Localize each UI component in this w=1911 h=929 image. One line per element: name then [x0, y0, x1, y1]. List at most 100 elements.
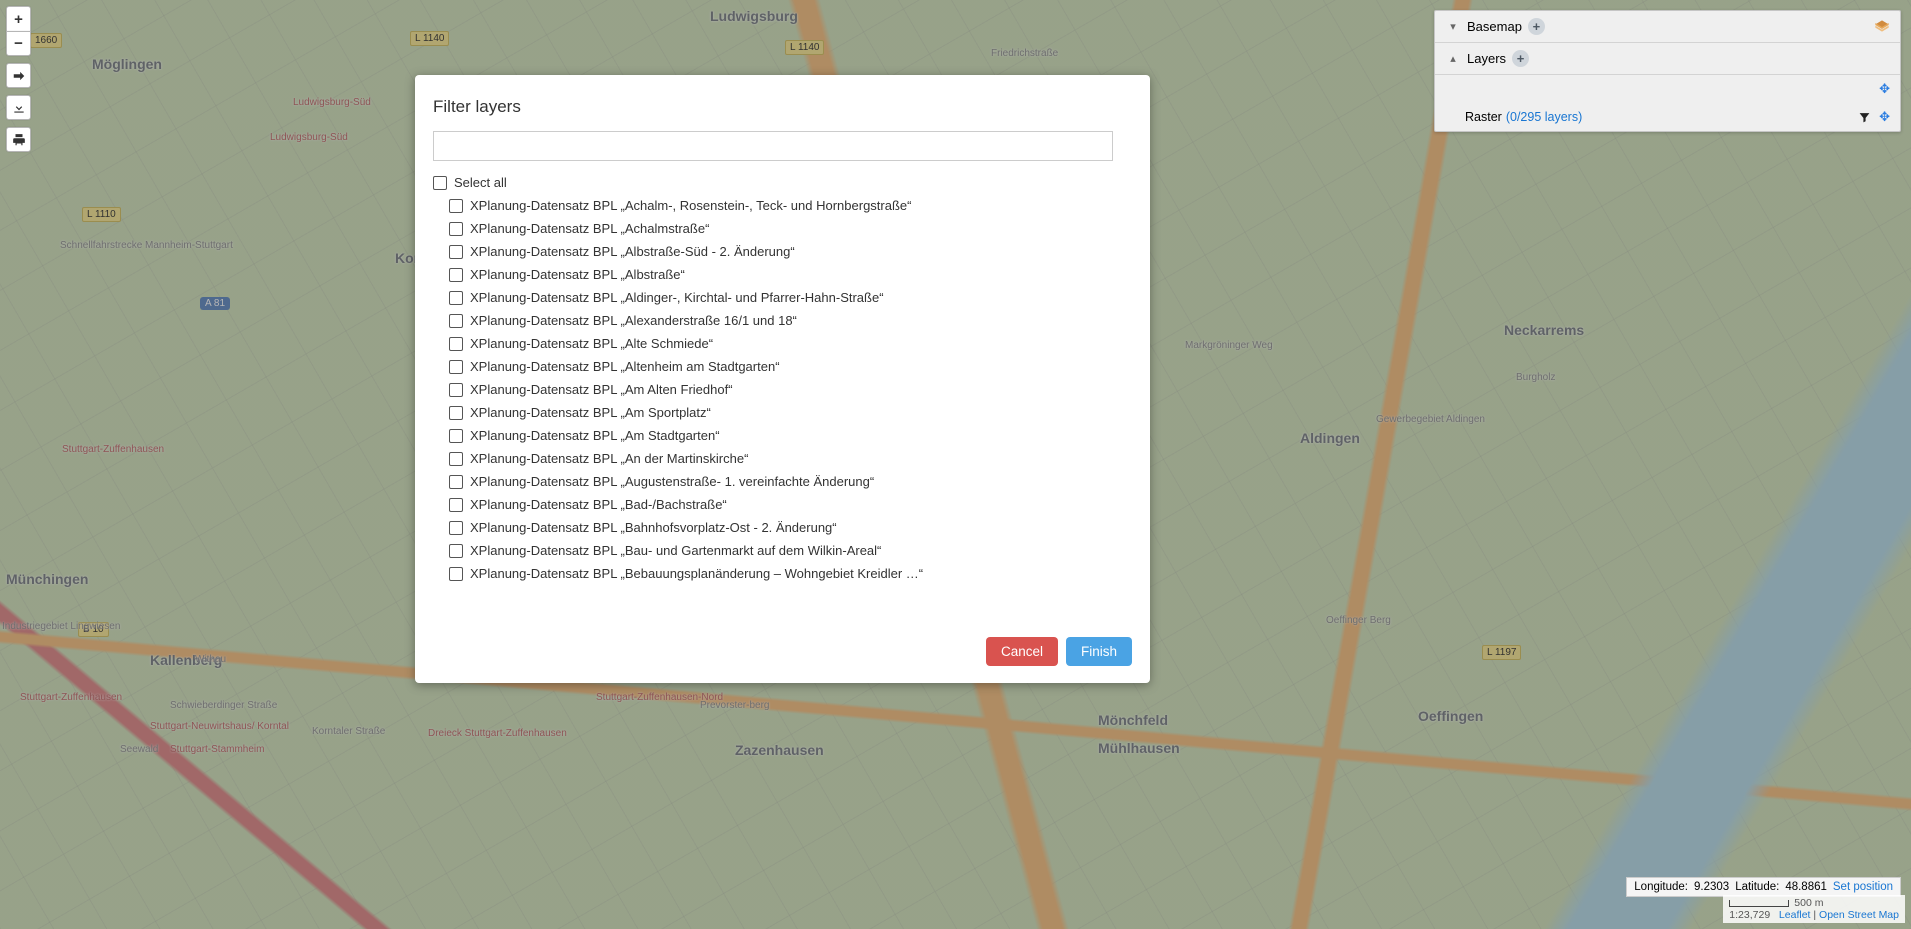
- layer-label: XPlanung-Datensatz BPL „Am Alten Friedho…: [470, 382, 733, 397]
- layers-subheader: ✥: [1435, 75, 1900, 103]
- checkbox[interactable]: [449, 544, 463, 558]
- layer-row[interactable]: XPlanung-Datensatz BPL „Albstraße-Süd - …: [433, 240, 1140, 263]
- checkbox[interactable]: [449, 222, 463, 236]
- layer-row[interactable]: XPlanung-Datensatz BPL „Alte Schmiede“: [433, 332, 1140, 355]
- layer-row[interactable]: XPlanung-Datensatz BPL „Albstraße“: [433, 263, 1140, 286]
- select-all-label: Select all: [454, 175, 507, 190]
- layer-label: XPlanung-Datensatz BPL „Alte Schmiede“: [470, 336, 713, 351]
- layer-label: XPlanung-Datensatz BPL „Augustenstraße- …: [470, 474, 874, 489]
- download-icon: [12, 101, 26, 115]
- layer-label: XPlanung-Datensatz BPL „Bau- und Gartenm…: [470, 543, 881, 558]
- checkbox[interactable]: [449, 567, 463, 581]
- checkbox[interactable]: [449, 291, 463, 305]
- layer-label: XPlanung-Datensatz BPL „Alexanderstraße …: [470, 313, 797, 328]
- latitude-label: Latitude:: [1735, 881, 1779, 893]
- layer-row[interactable]: XPlanung-Datensatz BPL „Achalm-, Rosenst…: [433, 194, 1140, 217]
- filter-icon[interactable]: [1858, 111, 1871, 124]
- raster-group[interactable]: Raster (0/295 layers) ✥: [1435, 103, 1900, 131]
- checkbox[interactable]: [449, 383, 463, 397]
- checkbox[interactable]: [449, 452, 463, 466]
- layers-panel: ▾ Basemap + ▴ Layers + ✥ Raster (0/295 l…: [1434, 10, 1901, 132]
- zoom-out-button[interactable]: −: [6, 31, 31, 56]
- checkbox[interactable]: [449, 521, 463, 535]
- layer-row[interactable]: XPlanung-Datensatz BPL „Am Alten Friedho…: [433, 378, 1140, 401]
- chevron-down-icon: ▾: [1445, 20, 1461, 33]
- modal-footer: Cancel Finish: [415, 627, 1150, 683]
- layer-row[interactable]: XPlanung-Datensatz BPL „Augustenstraße- …: [433, 470, 1140, 493]
- layers-icon: [1874, 19, 1890, 35]
- layer-label: XPlanung-Datensatz BPL „Achalmstraße“: [470, 221, 709, 236]
- longitude-value: 9.2303: [1694, 881, 1729, 893]
- checkbox[interactable]: [449, 245, 463, 259]
- print-button[interactable]: [6, 127, 31, 152]
- layer-row[interactable]: XPlanung-Datensatz BPL „Achalmstraße“: [433, 217, 1140, 240]
- layer-row[interactable]: XPlanung-Datensatz BPL „Aldinger-, Kirch…: [433, 286, 1140, 309]
- coordinates-box: Longitude: 9.2303 Latitude: 48.8861 Set …: [1626, 877, 1901, 897]
- download-button[interactable]: [6, 95, 31, 120]
- checkbox[interactable]: [449, 199, 463, 213]
- checkbox[interactable]: [449, 498, 463, 512]
- layer-row[interactable]: XPlanung-Datensatz BPL „Bahnhofsvorplatz…: [433, 516, 1140, 539]
- modal-title: Filter layers: [415, 75, 1150, 125]
- print-icon: [12, 133, 26, 147]
- checkbox[interactable]: [449, 268, 463, 282]
- layer-row[interactable]: XPlanung-Datensatz BPL „Bau- und Gartenm…: [433, 539, 1140, 562]
- share-icon: [12, 69, 26, 83]
- scale-ratio: 1:23,729: [1729, 909, 1770, 921]
- layers-label: Layers: [1467, 51, 1506, 66]
- layers-header[interactable]: ▴ Layers +: [1435, 43, 1900, 75]
- attribution-bar: 500 m 1:23,729 Leaflet | Open Street Map: [1723, 895, 1905, 923]
- layer-row[interactable]: XPlanung-Datensatz BPL „Bad-/Bachstraße“: [433, 493, 1140, 516]
- layer-row[interactable]: XPlanung-Datensatz BPL „Am Stadtgarten“: [433, 424, 1140, 447]
- checkbox[interactable]: [449, 360, 463, 374]
- layer-label: XPlanung-Datensatz BPL „Achalm-, Rosenst…: [470, 198, 911, 213]
- filter-input[interactable]: [433, 131, 1113, 161]
- layer-label: XPlanung-Datensatz BPL „Am Sportplatz“: [470, 405, 711, 420]
- layer-label: XPlanung-Datensatz BPL „Am Stadtgarten“: [470, 428, 720, 443]
- scale-bar: 500 m: [1729, 897, 1893, 909]
- latitude-value: 48.8861: [1785, 881, 1827, 893]
- layer-row[interactable]: XPlanung-Datensatz BPL „Alexanderstraße …: [433, 309, 1140, 332]
- layer-label: XPlanung-Datensatz BPL „Aldinger-, Kirch…: [470, 290, 884, 305]
- layer-label: XPlanung-Datensatz BPL „Bebauungsplanänd…: [470, 566, 923, 581]
- select-all-row[interactable]: Select all: [433, 171, 1140, 194]
- layer-label: XPlanung-Datensatz BPL „Albstraße-Süd - …: [470, 244, 795, 259]
- zoom-control: + −: [6, 6, 31, 56]
- zoom-in-button[interactable]: +: [6, 6, 31, 31]
- move-icon[interactable]: ✥: [1879, 81, 1890, 97]
- raster-label: Raster: [1465, 110, 1502, 124]
- finish-button[interactable]: Finish: [1066, 637, 1132, 666]
- set-position-link[interactable]: Set position: [1833, 881, 1893, 893]
- scale-text: 500 m: [1794, 897, 1823, 909]
- layer-row[interactable]: XPlanung-Datensatz BPL „Altenheim am Sta…: [433, 355, 1140, 378]
- raster-count: (0/295 layers): [1506, 110, 1582, 124]
- add-basemap-button[interactable]: +: [1528, 18, 1545, 35]
- checkbox[interactable]: [449, 429, 463, 443]
- modal-scroll[interactable]: Select all XPlanung-Datensatz BPL „Achal…: [433, 131, 1140, 627]
- checkbox[interactable]: [433, 176, 447, 190]
- longitude-label: Longitude:: [1634, 881, 1688, 893]
- filter-layers-modal: Filter layers Select all XPlanung-Datens…: [415, 75, 1150, 683]
- share-button[interactable]: [6, 63, 31, 88]
- osm-link[interactable]: Open Street Map: [1819, 909, 1899, 921]
- checkbox[interactable]: [449, 475, 463, 489]
- layer-label: XPlanung-Datensatz BPL „Altenheim am Sta…: [470, 359, 780, 374]
- layer-row[interactable]: XPlanung-Datensatz BPL „An der Martinski…: [433, 447, 1140, 470]
- leaflet-link[interactable]: Leaflet: [1779, 909, 1811, 921]
- basemap-label: Basemap: [1467, 19, 1522, 34]
- cancel-button[interactable]: Cancel: [986, 637, 1058, 666]
- layer-label: XPlanung-Datensatz BPL „Bahnhofsvorplatz…: [470, 520, 837, 535]
- layer-label: XPlanung-Datensatz BPL „Bad-/Bachstraße“: [470, 497, 727, 512]
- layer-label: XPlanung-Datensatz BPL „An der Martinski…: [470, 451, 748, 466]
- checkbox[interactable]: [449, 337, 463, 351]
- map-controls: + −: [6, 6, 31, 152]
- layer-label: XPlanung-Datensatz BPL „Albstraße“: [470, 267, 685, 282]
- chevron-up-icon: ▴: [1445, 52, 1461, 65]
- move-icon[interactable]: ✥: [1879, 109, 1890, 125]
- add-layer-button[interactable]: +: [1512, 50, 1529, 67]
- layer-row[interactable]: XPlanung-Datensatz BPL „Bebauungsplanänd…: [433, 562, 1140, 585]
- checkbox[interactable]: [449, 406, 463, 420]
- checkbox[interactable]: [449, 314, 463, 328]
- layer-row[interactable]: XPlanung-Datensatz BPL „Am Sportplatz“: [433, 401, 1140, 424]
- basemap-header[interactable]: ▾ Basemap +: [1435, 11, 1900, 43]
